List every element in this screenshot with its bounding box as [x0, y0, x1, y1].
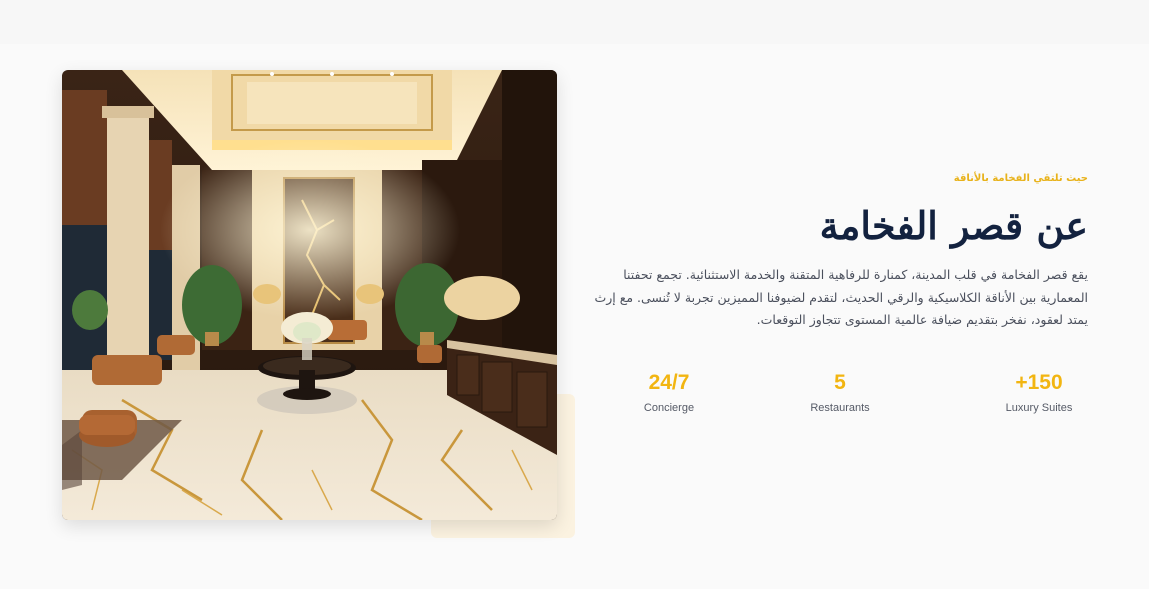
stat-label: Luxury Suites	[1005, 402, 1073, 414]
stat-restaurants: 5 Restaurants	[765, 368, 915, 414]
about-text-column: حيث تلتقي الفخامة بالأناقة عن قصر الفخام…	[590, 160, 1088, 332]
stats-row: +150 Luxury Suites 5 Restaurants 24/7 Co…	[590, 368, 1088, 428]
about-description: يقع قصر الفخامة في قلب المدينة، كمنارة ل…	[594, 267, 1088, 327]
top-band	[0, 0, 1149, 44]
stat-value: 24/7	[648, 371, 690, 394]
stat-label: Restaurants	[810, 402, 870, 414]
stat-concierge: 24/7 Concierge	[594, 368, 744, 414]
about-title: عن قصر الفخامة	[819, 203, 1088, 248]
stat-luxury-suites: +150 Luxury Suites	[964, 368, 1114, 414]
about-kicker: حيث تلتقي الفخامة بالأناقة	[953, 173, 1088, 184]
stat-value: +150	[1015, 371, 1063, 394]
stat-label: Concierge	[643, 402, 695, 414]
hotel-lobby-image	[62, 70, 557, 520]
stat-value: 5	[834, 371, 846, 394]
